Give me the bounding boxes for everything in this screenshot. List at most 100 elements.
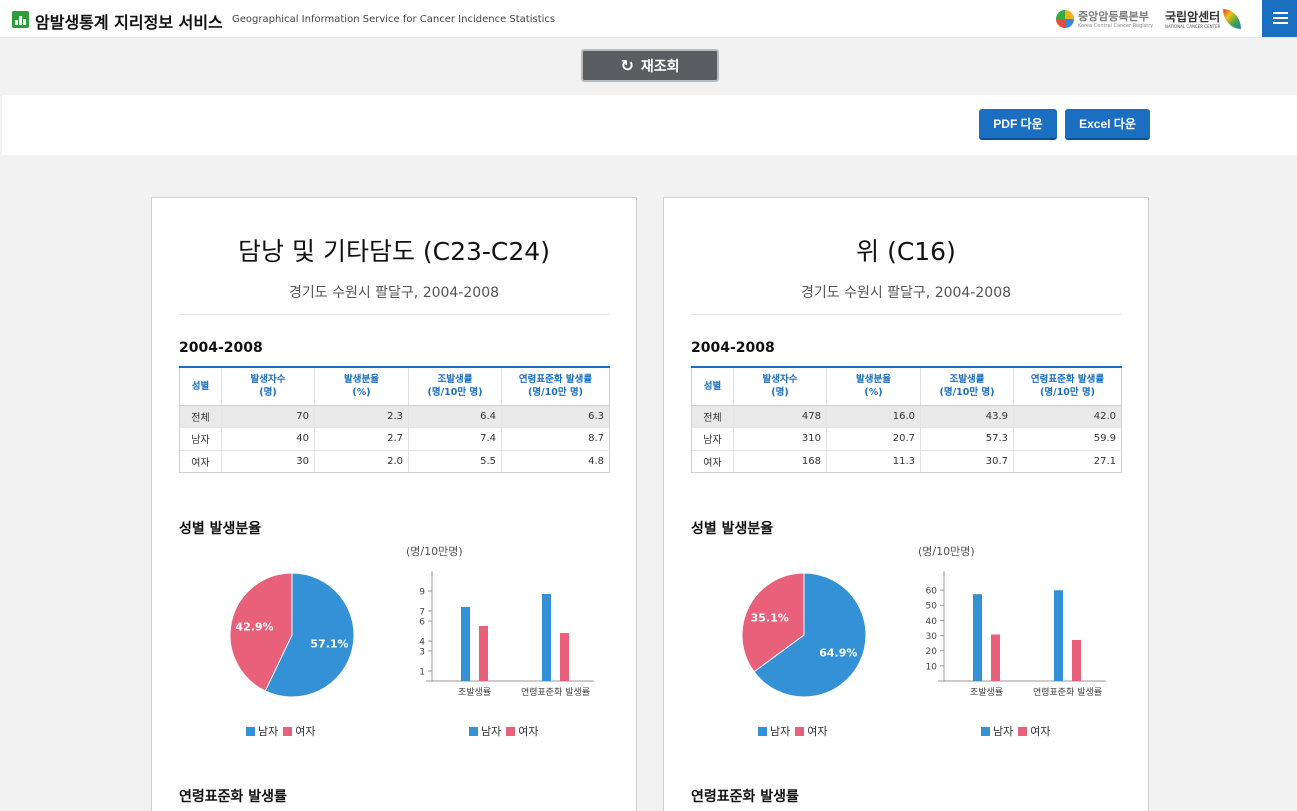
bar-male[interactable] [1054, 590, 1063, 681]
share-section-title: 성별 발생분율 [691, 521, 774, 537]
table-row: 전체 70 2.3 6.4 6.3 [179, 405, 610, 428]
pie-data-label: 42.9% [235, 620, 273, 633]
cell-count: 40 [221, 427, 315, 451]
share-section-title: 성별 발생분율 [179, 521, 262, 537]
pie-data-label: 35.1% [751, 612, 789, 625]
table-row: 전체 478 16.0 43.9 42.0 [691, 405, 1122, 428]
cell-asr: 59.9 [1013, 427, 1122, 451]
x-tick-label: 연령표준화 발생률 [1033, 686, 1102, 698]
bar-male[interactable] [461, 607, 470, 681]
y-tick-label: 6 [419, 618, 425, 628]
bar-unit-label: (명/10만명) [406, 545, 463, 558]
table-title: 2004-2008 [691, 340, 775, 356]
legend-male[interactable]: 남자 [758, 723, 790, 739]
cell-crude: 57.3 [920, 427, 1014, 451]
col-header: 조발생률 (명/10만 명) [408, 366, 502, 406]
hamburger-icon [1273, 12, 1288, 14]
bar-legend: 남자 여자 [469, 723, 544, 739]
kccr-sub: Korea Central Cancer Registry [1078, 23, 1154, 29]
reload-button[interactable]: ↻ 재조회 [581, 49, 719, 82]
pie-legend: 남자 여자 [246, 723, 321, 739]
cell-sex: 남자 [179, 427, 222, 451]
menu-button[interactable] [1262, 0, 1297, 37]
legend-female[interactable]: 여자 [283, 723, 316, 739]
pdf-download-button[interactable]: PDF 다운 [979, 109, 1057, 140]
legend-male[interactable]: 남자 [469, 723, 501, 739]
cell-share: 20.7 [826, 427, 921, 451]
cell-sex: 여자 [691, 450, 734, 473]
cell-crude: 5.5 [408, 450, 502, 473]
col-header: 연령표준화 발생률 (명/10만 명) [501, 366, 610, 406]
legend-male[interactable]: 남자 [246, 723, 278, 739]
card-title: 위 (C16) [856, 237, 956, 266]
chart-logo-icon[interactable] [12, 11, 29, 28]
bar-female[interactable] [479, 626, 488, 681]
y-tick-label: 20 [926, 647, 938, 657]
cell-crude: 43.9 [920, 405, 1014, 428]
cell-count: 310 [733, 427, 827, 451]
cell-share: 16.0 [826, 405, 921, 428]
stats-table: 성별 발생자수 (명) 발생분율 (%) 조발생률 (명/10만 명) 연령표준화 발… [179, 366, 610, 473]
legend-male[interactable]: 남자 [981, 723, 1013, 739]
x-tick-label: 조발생률 [458, 687, 491, 698]
sex-share-pie-chart: 57.1% 42.9% [229, 572, 355, 698]
legend-female[interactable]: 여자 [1018, 723, 1051, 739]
y-tick-label: 50 [926, 602, 938, 612]
legend-female[interactable]: 여자 [506, 723, 539, 739]
legend-female[interactable]: 여자 [795, 723, 828, 739]
table-row: 여자 30 2.0 5.5 4.8 [179, 450, 610, 473]
bar-male[interactable] [542, 594, 551, 681]
cell-count: 70 [221, 405, 315, 428]
app-title[interactable]: 암발생통계 지리정보 서비스 [35, 9, 223, 33]
cancer-card: 담낭 및 기타담도 (C23-C24) 경기도 수원시 팔달구, 2004-20… [151, 197, 637, 811]
y-tick-label: 30 [926, 632, 938, 642]
top-header: 암발생통계 지리정보 서비스 Geographical Information … [0, 0, 1297, 38]
sex-share-pie-chart: 64.9% 35.1% [741, 572, 867, 698]
y-tick-label: 7 [419, 608, 425, 618]
divider [691, 314, 1121, 315]
excel-download-button[interactable]: Excel 다운 [1065, 109, 1150, 140]
col-header: 발생자수 (명) [221, 366, 315, 406]
ncc-leaf-icon [1223, 9, 1241, 29]
reload-label: 재조회 [640, 58, 680, 75]
cell-share: 2.7 [314, 427, 409, 451]
y-tick-label: 40 [926, 617, 938, 627]
card-subtitle: 경기도 수원시 팔달구, 2004-2008 [800, 285, 1012, 301]
cell-sex: 전체 [179, 405, 222, 428]
y-tick-label: 1 [419, 668, 425, 678]
cell-count: 168 [733, 450, 827, 473]
x-tick-label: 연령표준화 발생률 [521, 686, 590, 698]
card-subtitle: 경기도 수원시 팔달구, 2004-2008 [288, 285, 500, 301]
col-header: 발생분율 (%) [314, 366, 409, 406]
rate-bar-chart: 1 34 67 9 조발생률 연령표준화 발생률 [419, 571, 594, 698]
kccr-name: 중앙암등록본부 [1078, 10, 1149, 23]
cell-count: 30 [221, 450, 315, 473]
download-band: PDF 다운 Excel 다운 [2, 95, 1297, 155]
bar-female[interactable] [1072, 639, 1081, 681]
col-header: 성별 [691, 366, 734, 406]
table-row: 남자 40 2.7 7.4 8.7 [179, 427, 610, 451]
col-header: 조발생률 (명/10만 명) [920, 366, 1014, 406]
bar-female[interactable] [560, 633, 569, 681]
bar-unit-label: (명/10만명) [918, 545, 975, 558]
bar-female[interactable] [991, 634, 1000, 681]
kccr-mark-icon [1056, 10, 1074, 28]
cell-asr: 8.7 [501, 427, 610, 451]
divider [179, 314, 609, 315]
cancer-card: 위 (C16) 경기도 수원시 팔달구, 2004-2008 2004-2008… [663, 197, 1149, 811]
table-title: 2004-2008 [179, 340, 263, 356]
col-header: 연령표준화 발생률 (명/10만 명) [1013, 366, 1122, 406]
col-header: 발생분율 (%) [826, 366, 921, 406]
table-row: 남자 310 20.7 57.3 59.9 [691, 427, 1122, 451]
kccr-logo[interactable]: 중앙암등록본부 Korea Central Cancer Registry [1056, 8, 1156, 32]
y-tick-label: 4 [419, 638, 425, 648]
cell-asr: 42.0 [1013, 405, 1122, 428]
ncc-logo[interactable]: 국립암센터 NATIONAL CANCER CENTER [1165, 8, 1245, 32]
bar-male[interactable] [973, 594, 982, 681]
pie-data-label: 57.1% [310, 638, 348, 651]
rate-bar-chart: 10 20 30 40 50 60 조발생률 연령표준화 발생률 [926, 571, 1106, 698]
reload-band: ↻ 재조회 [0, 38, 1297, 94]
y-tick-label: 10 [926, 662, 938, 672]
cell-sex: 여자 [179, 450, 222, 473]
col-header: 발생자수 (명) [733, 366, 827, 406]
